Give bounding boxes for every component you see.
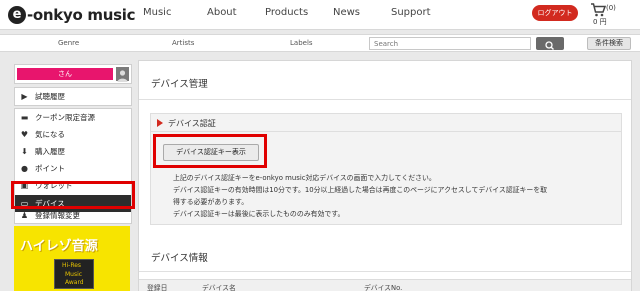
cart-total: 0 円 bbox=[593, 18, 607, 26]
column-device-name: デバイス名 bbox=[202, 284, 236, 291]
banner-title: ハイレゾ音源 bbox=[20, 239, 98, 254]
search-bar: Genre Artists Labels 条件検索 bbox=[0, 34, 640, 52]
heart-icon: ♥ bbox=[20, 130, 29, 139]
nav-support[interactable]: Support bbox=[391, 7, 431, 18]
nav-products[interactable]: Products bbox=[265, 7, 308, 18]
coupon-icon: ▬ bbox=[20, 113, 29, 122]
cart[interactable]: (0) 0 円 bbox=[590, 3, 634, 27]
column-registered-date: 登録日 bbox=[147, 284, 168, 291]
user-name[interactable]: さん bbox=[17, 68, 113, 80]
cart-icon bbox=[591, 3, 606, 17]
sidebar-item-label: 購入履歴 bbox=[35, 147, 65, 156]
avatar-icon bbox=[117, 70, 128, 82]
title-divider bbox=[139, 99, 631, 100]
main-content: デバイス管理 デバイス認証 上記のデバイス認証キーをe-onkyo music対… bbox=[138, 60, 632, 291]
badge-line2: Music bbox=[65, 271, 83, 278]
menu-group-history: ▶ 試聴履歴 bbox=[14, 87, 132, 106]
device-info-title: デバイス情報 bbox=[151, 253, 208, 264]
description-line: 得する必要があります。 bbox=[173, 198, 249, 206]
cart-count: (0) bbox=[606, 4, 616, 12]
user-box: さん bbox=[14, 64, 132, 84]
annotation-highlight-button bbox=[153, 134, 267, 168]
logo-mark: e bbox=[8, 6, 26, 24]
genre-dropdown[interactable]: Genre bbox=[58, 39, 79, 47]
nav-about[interactable]: About bbox=[207, 7, 237, 18]
site-logo[interactable]: e -onkyo music bbox=[8, 5, 135, 25]
sidebar-item-label: 試聴履歴 bbox=[35, 92, 65, 101]
sidebar-item-points[interactable]: ● ポイント bbox=[15, 160, 131, 177]
page-title: デバイス管理 bbox=[151, 79, 208, 90]
search-icon bbox=[545, 41, 554, 50]
point-coin-icon: ● bbox=[21, 164, 28, 173]
section-arrow-icon bbox=[157, 119, 163, 127]
search-input[interactable] bbox=[369, 37, 531, 50]
logo-text: -onkyo music bbox=[27, 6, 136, 24]
description-line: 上記のデバイス認証キーをe-onkyo music対応デバイスの画面で入力してく… bbox=[173, 174, 436, 182]
advanced-search-button[interactable]: 条件検索 bbox=[587, 37, 631, 50]
download-icon: ⬇ bbox=[21, 147, 28, 156]
sidebar-item-purchase-history[interactable]: ⬇ 購入履歴 bbox=[15, 143, 131, 160]
sidebar-item-listen-history[interactable]: ▶ 試聴履歴 bbox=[15, 88, 131, 105]
labels-dropdown[interactable]: Labels bbox=[290, 39, 313, 47]
badge-line1: Hi-Res bbox=[62, 262, 82, 269]
description-line: デバイス認証キーは最後に表示したもののみ有効です。 bbox=[173, 210, 345, 218]
device-auth-title: デバイス認証 bbox=[168, 119, 216, 128]
nav-music[interactable]: Music bbox=[143, 7, 171, 18]
hires-award-badge: Hi-Res Music Award bbox=[54, 259, 94, 289]
person-icon: ♟ bbox=[20, 211, 29, 220]
annotation-highlight-device bbox=[11, 181, 135, 209]
hires-banner[interactable]: ハイレゾ音源 Hi-Res Music Award bbox=[14, 226, 130, 291]
search-button[interactable] bbox=[536, 37, 564, 50]
column-device-no: デバイスNo. bbox=[364, 284, 403, 291]
info-divider bbox=[139, 271, 631, 272]
badge-line3: Award bbox=[65, 279, 84, 286]
sidebar-item-label: ポイント bbox=[35, 164, 65, 173]
top-header: e -onkyo music Music About Products News… bbox=[0, 0, 640, 30]
sidebar-item-profile[interactable]: ♟ 登録情報変更 bbox=[15, 209, 131, 223]
device-auth-header: デバイス認証 bbox=[151, 114, 621, 132]
artists-dropdown[interactable]: Artists bbox=[172, 39, 194, 47]
menu-group-profile: ♟ 登録情報変更 bbox=[14, 209, 132, 224]
sidebar-item-coupon[interactable]: ▬ クーポン限定音源 bbox=[15, 109, 131, 126]
sidebar-item-label: 気になる bbox=[35, 130, 65, 139]
logout-button[interactable]: ログアウト bbox=[532, 5, 578, 21]
sidebar-item-favorites[interactable]: ♥ 気になる bbox=[15, 126, 131, 143]
device-table-header: 登録日 デバイス名 デバイスNo. bbox=[139, 279, 631, 291]
sidebar-item-label: クーポン限定音源 bbox=[35, 113, 95, 122]
avatar[interactable] bbox=[116, 67, 129, 82]
play-triangle-icon: ▶ bbox=[21, 92, 28, 101]
sidebar-item-label: 登録情報変更 bbox=[35, 211, 80, 220]
nav-news[interactable]: News bbox=[333, 7, 360, 18]
description-line: デバイス認証キーの有効時間は10分です。10分以上経過した場合は再度このページに… bbox=[173, 186, 548, 194]
